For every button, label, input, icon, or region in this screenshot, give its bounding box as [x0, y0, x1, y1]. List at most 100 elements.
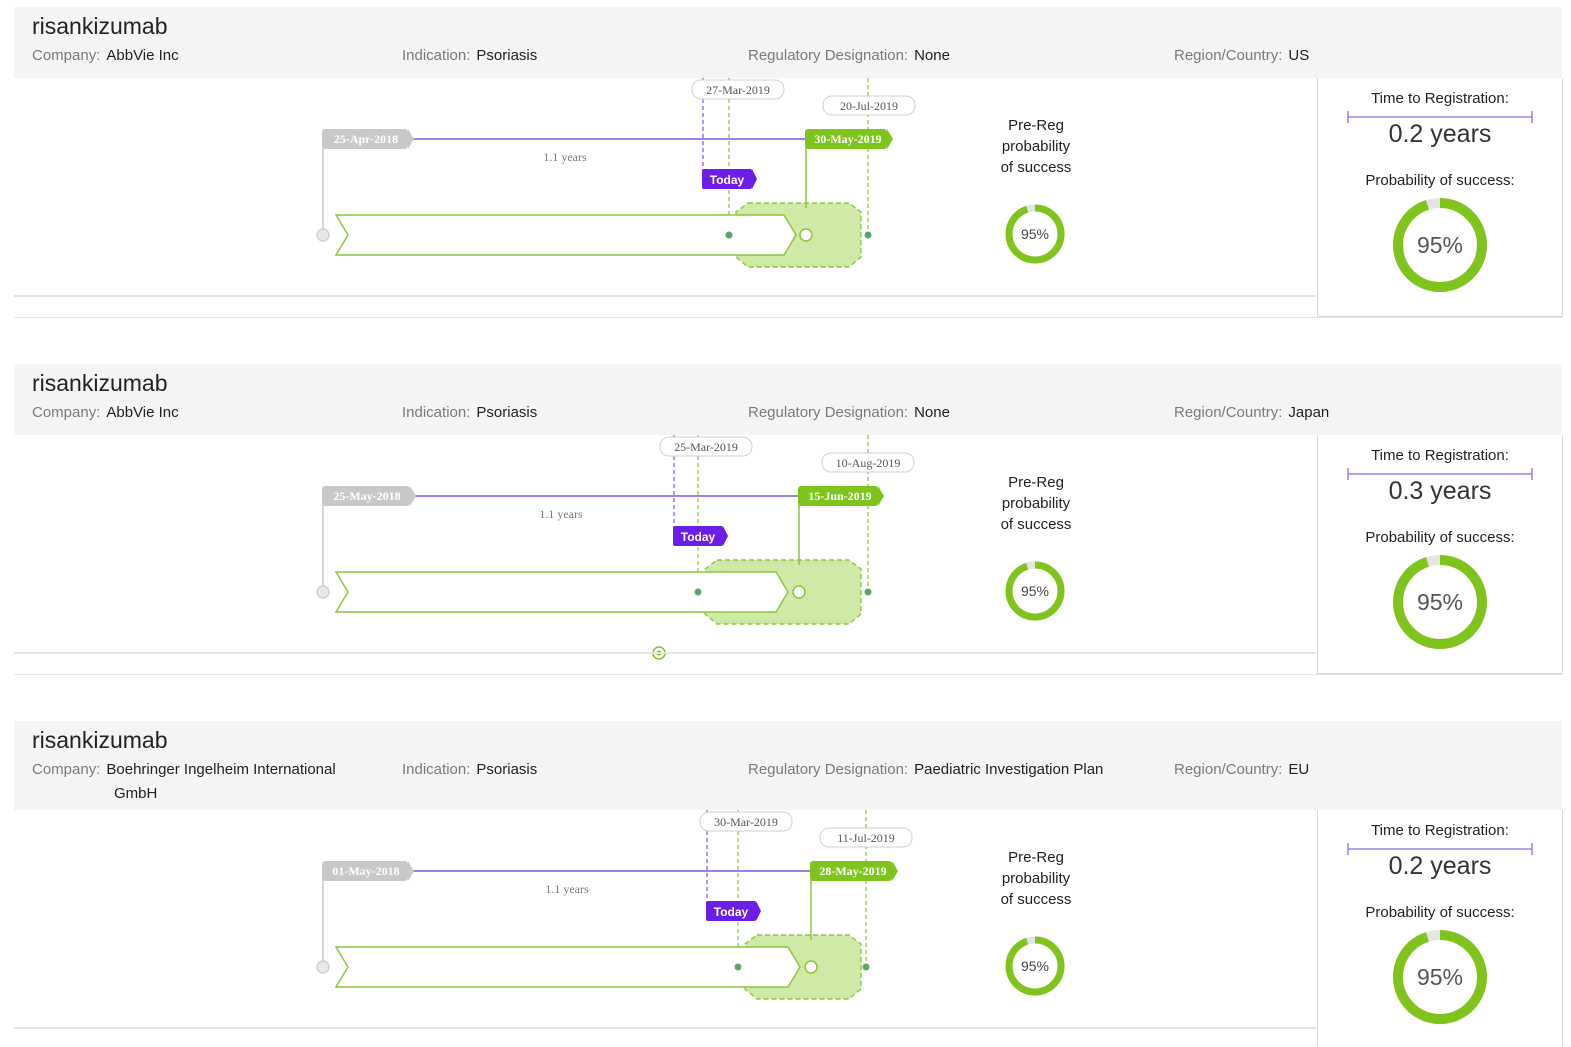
- reg-date: 15-Jun-2019: [808, 489, 871, 503]
- indication-label: Indication:: [402, 404, 471, 421]
- start-dot: [316, 960, 330, 974]
- regulatory-field: Regulatory Designation: None: [748, 44, 950, 68]
- card-header: risankizumab Company: AbbVie Inc Indicati…: [14, 7, 1562, 78]
- region-field: Region/Country: Japan: [1174, 401, 1329, 425]
- company-value: AbbVie Inc: [106, 47, 179, 64]
- indication-field: Indication: Psoriasis: [402, 44, 537, 68]
- registration-summary-panel: Time to Registration: 0.2 years Probabil…: [1317, 78, 1563, 317]
- start-date-tag-tip: [408, 861, 414, 881]
- pre-reg-caption-line2: probability: [1001, 138, 1071, 155]
- pre-reg-donut-value: 95%: [1021, 583, 1049, 599]
- today-date: 30-Mar-2019: [714, 815, 778, 829]
- time-to-registration-label: Time to Registration:: [1371, 90, 1509, 107]
- regulatory-label: Regulatory Designation:: [748, 761, 909, 778]
- time-to-registration-label: Time to Registration:: [1371, 822, 1509, 839]
- window-end-date: 20-Jul-2019: [840, 99, 898, 113]
- card-header: risankizumab Company: AbbVie Inc Indicati…: [14, 364, 1562, 435]
- card-body-divider: [14, 652, 1316, 654]
- start-dot: [316, 228, 330, 242]
- probability-donut-value: 95%: [1417, 964, 1463, 990]
- probability-donut: 95%: [1393, 198, 1487, 292]
- pre-reg-caption: Pre-Reg probability of success: [976, 115, 1096, 178]
- reg-date: 28-May-2019: [819, 864, 886, 878]
- indication-value: Psoriasis: [476, 404, 538, 421]
- timeline-chart: 25-May-2018 1.1 years 15-Jun-2019 Today …: [316, 435, 1065, 660]
- time-to-registration-label: Time to Registration:: [1371, 447, 1509, 464]
- pre-reg-caption-line3: of success: [1000, 159, 1072, 176]
- probability-donut: 95%: [1393, 555, 1487, 649]
- today-tag-tip: [756, 901, 761, 921]
- card-body-divider: [14, 1027, 1316, 1029]
- company-field: Company: Boehringer Ingelheim Internation…: [32, 758, 336, 806]
- pre-reg-donut-value: 95%: [1021, 226, 1049, 242]
- duration-label: 1.1 years: [543, 150, 587, 164]
- pre-reg-caption-line2: probability: [1001, 495, 1071, 512]
- indication-label: Indication:: [402, 761, 471, 778]
- card-bottom-border: [14, 674, 1562, 675]
- start-date-tag-tip: [408, 129, 414, 149]
- region-field: Region/Country: EU: [1174, 758, 1309, 782]
- region-label: Region/Country:: [1174, 404, 1283, 421]
- card-body: 25-May-2018 1.1 years 15-Jun-2019 Today …: [14, 435, 1563, 675]
- regulatory-field: Regulatory Designation: None: [748, 401, 950, 425]
- time-to-registration-value: 0.2 years: [1388, 120, 1492, 148]
- duration-label: 1.1 years: [545, 882, 589, 896]
- region-label: Region/Country:: [1174, 47, 1283, 64]
- today-dot: [734, 963, 742, 971]
- duration-label: 1.1 years: [539, 507, 583, 521]
- regulatory-field: Regulatory Designation: Paediatric Invest…: [748, 758, 1103, 782]
- company-value: Boehringer Ingelheim International: [106, 761, 336, 778]
- probability-of-success-label: Probability of success:: [1365, 904, 1515, 921]
- indication-value: Psoriasis: [476, 47, 538, 64]
- reg-date-tag-tip: [878, 486, 884, 506]
- start-date: 25-Apr-2018: [334, 132, 398, 146]
- indication-value: Psoriasis: [476, 761, 538, 778]
- window-end-dot: [862, 963, 870, 971]
- today-tag-tip: [723, 526, 728, 546]
- probability-of-success-label: Probability of success:: [1365, 529, 1515, 546]
- regulatory-label: Regulatory Designation:: [748, 404, 909, 421]
- timeline-chart: 01-May-2018 1.1 years 28-May-2019 Today …: [316, 810, 1065, 1000]
- reg-date-tag-tip: [887, 129, 893, 149]
- card-body: 01-May-2018 1.1 years 28-May-2019 Today …: [14, 810, 1563, 1047]
- indication-field: Indication: Psoriasis: [402, 401, 537, 425]
- phase-arrow: [334, 946, 801, 988]
- time-to-registration-value: 0.2 years: [1388, 852, 1492, 880]
- region-value: EU: [1288, 761, 1310, 778]
- card-body: 25-Apr-2018 1.1 years 30-May-2019 Today …: [14, 78, 1563, 318]
- company-value: AbbVie Inc: [106, 404, 179, 421]
- region-value: US: [1288, 47, 1310, 64]
- probability-donut-value: 95%: [1417, 589, 1463, 615]
- reg-dot: [799, 228, 813, 242]
- phase-arrow: [334, 571, 789, 613]
- drug-name: risankizumab: [32, 13, 168, 39]
- pre-reg-donut-value: 95%: [1021, 958, 1049, 974]
- pre-reg-caption-line2: probability: [1001, 870, 1071, 887]
- window-end-date: 11-Jul-2019: [837, 831, 895, 845]
- pre-reg-caption-line1: Pre-Reg: [1008, 117, 1064, 134]
- pre-reg-caption-line3: of success: [1000, 891, 1072, 908]
- start-dot: [316, 585, 330, 599]
- reg-dot: [792, 585, 806, 599]
- company-label: Company:: [32, 761, 101, 778]
- indication-field: Indication: Psoriasis: [402, 758, 537, 782]
- today-label: Today: [681, 530, 716, 544]
- card-header: risankizumab Company: Boehringer Ingelhei…: [14, 721, 1562, 810]
- company-field: Company: AbbVie Inc: [32, 44, 179, 68]
- region-field: Region/Country: US: [1174, 44, 1309, 68]
- start-date-tag-tip: [410, 486, 416, 506]
- today-tag-tip: [752, 169, 757, 189]
- company-label: Company:: [32, 47, 101, 64]
- regulatory-value: Paediatric Investigation Plan: [914, 761, 1104, 778]
- today-dot: [725, 231, 733, 239]
- pre-reg-caption-line1: Pre-Reg: [1008, 849, 1064, 866]
- window-end-dot: [864, 231, 872, 239]
- company-field: Company: AbbVie Inc: [32, 401, 179, 425]
- company-label: Company:: [32, 404, 101, 421]
- today-label: Today: [714, 905, 749, 919]
- regulatory-value: None: [914, 47, 950, 64]
- card-bottom-border: [14, 317, 1562, 318]
- regulatory-label: Regulatory Designation:: [748, 47, 909, 64]
- probability-donut: 95%: [1393, 930, 1487, 1024]
- registration-summary-panel: Time to Registration: 0.3 years Probabil…: [1317, 435, 1563, 674]
